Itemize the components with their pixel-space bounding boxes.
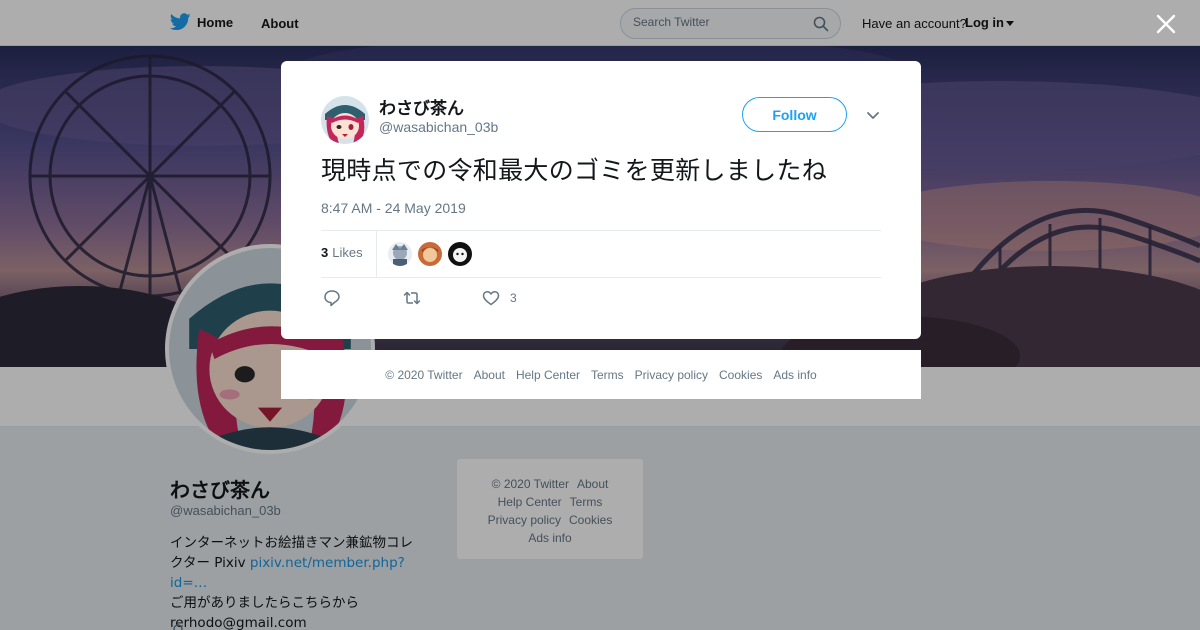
divider — [376, 231, 377, 277]
divider — [321, 277, 881, 278]
reply-button[interactable] — [323, 289, 341, 307]
heart-icon — [482, 290, 500, 306]
footer-privacy-link[interactable]: Privacy policy — [635, 368, 708, 382]
chevron-down-icon[interactable] — [866, 111, 880, 121]
footer-help-link[interactable]: Help Center — [516, 368, 580, 382]
author-avatar[interactable] — [321, 96, 369, 144]
footer-copyright: © 2020 Twitter — [385, 367, 463, 382]
likes-stat[interactable]: 3 Likes — [321, 245, 363, 260]
footer-terms-link[interactable]: Terms — [591, 368, 624, 382]
liker-avatar[interactable] — [388, 242, 412, 266]
liker-avatar-image — [418, 242, 442, 266]
likers-avatars — [388, 242, 472, 266]
author-name[interactable]: わさび茶ん — [379, 94, 464, 119]
divider — [321, 230, 881, 231]
retweet-button[interactable] — [403, 289, 421, 307]
like-button[interactable]: 3 — [482, 289, 517, 307]
liker-avatar-image — [448, 242, 472, 266]
liker-avatar[interactable] — [448, 242, 472, 266]
retweet-icon — [403, 291, 421, 305]
likes-count: 3 — [321, 245, 329, 260]
liker-avatar[interactable] — [418, 242, 442, 266]
close-icon[interactable] — [1154, 12, 1178, 36]
tweet-actions: 3 — [323, 289, 517, 307]
tweet-text: 現時点での令和最大のゴミを更新しましたね — [321, 156, 828, 185]
reply-icon — [324, 290, 340, 307]
modal-footer: © 2020 Twitter About Help Center Terms P… — [281, 350, 921, 399]
like-count: 3 — [510, 291, 517, 305]
tweet-card: わさび茶ん @wasabichan_03b Follow 現時点での令和最大のゴ… — [281, 61, 921, 339]
author-handle[interactable]: @wasabichan_03b — [379, 119, 498, 135]
likes-label: Likes — [332, 245, 363, 260]
anime-character-avatar — [321, 96, 369, 144]
footer-about-link[interactable]: About — [474, 368, 505, 382]
footer-cookies-link[interactable]: Cookies — [719, 368, 762, 382]
liker-avatar-image — [388, 242, 412, 266]
follow-button[interactable]: Follow — [742, 97, 847, 132]
tweet-timestamp[interactable]: 8:47 AM - 24 May 2019 — [321, 200, 466, 216]
footer-ads-link[interactable]: Ads info — [773, 368, 816, 382]
